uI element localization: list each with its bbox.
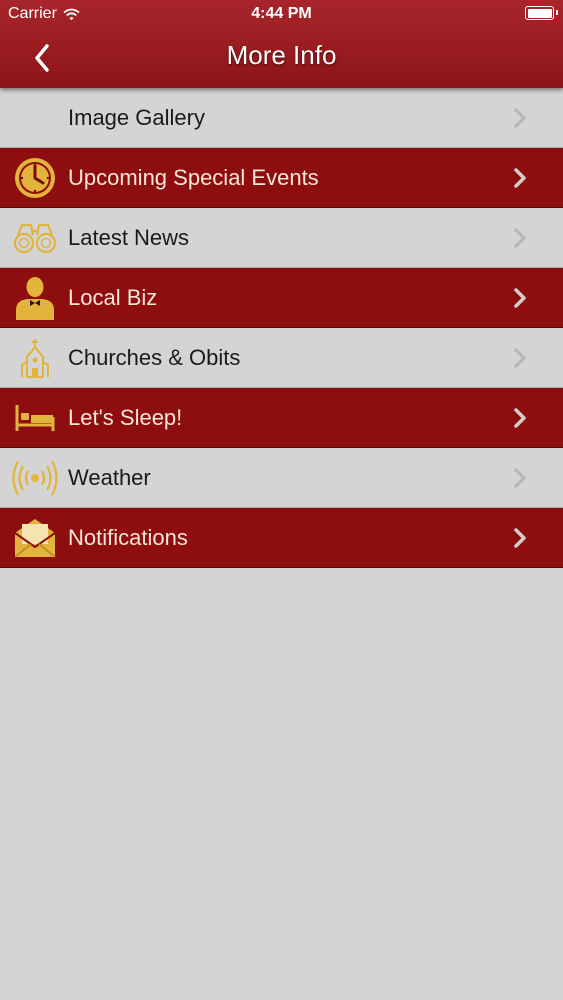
status-time: 4:44 PM <box>251 5 312 22</box>
broadcast-icon <box>12 460 58 496</box>
chevron-right-icon <box>514 528 526 548</box>
menu-list: Image Gallery Upcoming Special Events La… <box>0 88 563 568</box>
menu-item-image-gallery[interactable]: Image Gallery <box>0 88 563 148</box>
menu-item-label: Upcoming Special Events <box>68 165 319 190</box>
chevron-right-icon <box>514 408 526 428</box>
church-icon <box>21 339 49 378</box>
nav-bar: More Info <box>0 28 563 88</box>
menu-item-lets-sleep[interactable]: Let's Sleep! <box>0 388 563 448</box>
chevron-right-icon <box>514 348 526 368</box>
header: Carrier 4:44 PM More Info <box>0 0 563 88</box>
page-title: More Info <box>226 40 337 70</box>
menu-item-label: Weather <box>68 465 151 490</box>
menu-item-churches-obits[interactable]: Churches & Obits <box>0 328 563 388</box>
chevron-right-icon <box>514 288 526 308</box>
menu-item-weather[interactable]: Weather <box>0 448 563 508</box>
menu-item-local-biz[interactable]: Local Biz <box>0 268 563 328</box>
menu-item-notifications[interactable]: Notifications <box>0 508 563 568</box>
envelope-icon <box>14 519 56 558</box>
menu-item-label: Notifications <box>68 525 188 550</box>
chevron-right-icon <box>514 108 526 128</box>
binoculars-icon <box>13 223 57 254</box>
chevron-right-icon <box>514 228 526 248</box>
menu-item-latest-news[interactable]: Latest News <box>0 208 563 268</box>
battery-icon <box>525 6 558 20</box>
businessman-icon <box>16 277 54 320</box>
menu-item-upcoming-special-events[interactable]: Upcoming Special Events <box>0 148 563 208</box>
menu-item-label: Churches & Obits <box>68 345 241 370</box>
bed-icon <box>15 405 55 431</box>
menu-item-label: Let's Sleep! <box>68 405 183 430</box>
menu-item-label: Latest News <box>68 225 190 250</box>
status-bar: Carrier 4:44 PM <box>0 0 563 28</box>
chevron-right-icon <box>514 468 526 488</box>
menu-item-label: Image Gallery <box>68 105 205 130</box>
menu-item-label: Local Biz <box>68 285 158 310</box>
chevron-right-icon <box>514 168 526 188</box>
clock-icon <box>15 158 55 198</box>
